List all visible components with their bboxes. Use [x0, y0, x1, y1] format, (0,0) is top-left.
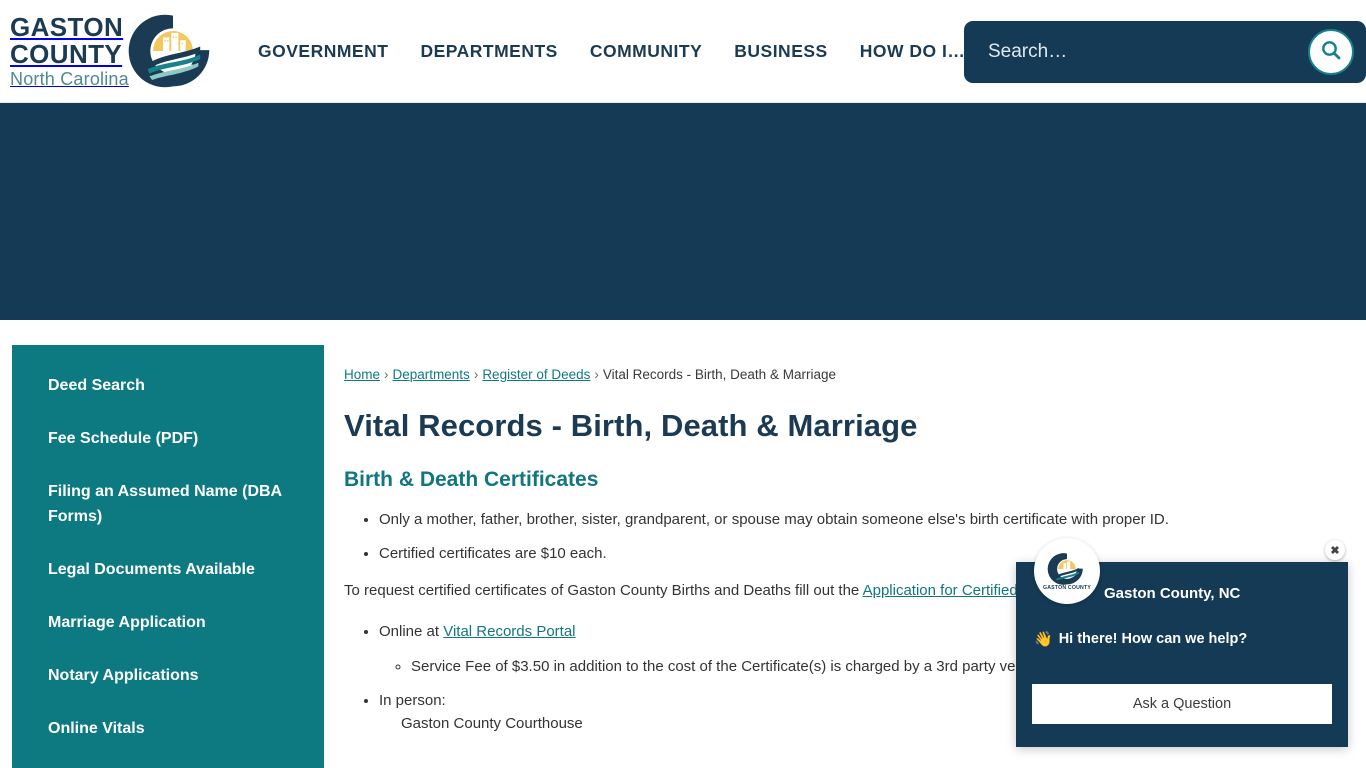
page-title: Vital Records - Birth, Death & Marriage — [344, 408, 918, 443]
certificate-rules-list: Only a mother, father, brother, sister, … — [344, 508, 1348, 565]
waving-hand-icon: 👋 — [1034, 631, 1053, 648]
chat-avatar: GASTON COUNTY — [1034, 538, 1100, 604]
hero-banner — [0, 103, 1366, 320]
main-navigation: GOVERNMENT DEPARTMENTS COMMUNITY BUSINES… — [258, 0, 965, 103]
sidebar-item-deed-search[interactable]: Deed Search — [12, 373, 324, 398]
breadcrumb-separator: › — [384, 367, 389, 382]
page-root: GASTON COUNTY North Carolina GOVERNMENT … — [0, 0, 1366, 768]
chat-title: Gaston County, NC — [1104, 584, 1241, 602]
breadcrumb-separator: › — [473, 367, 479, 382]
logo-text: GASTON COUNTY North Carolina — [10, 14, 129, 88]
chat-close-icon[interactable]: ✖ — [1325, 540, 1345, 560]
sidebar-item-notary-applications[interactable]: Notary Applications — [12, 663, 324, 688]
chat-greeting: 👋 Hi there! How can we help? — [1016, 624, 1348, 648]
sidebar-item-marriage-application[interactable]: Marriage Application — [12, 610, 324, 635]
site-logo[interactable]: GASTON COUNTY North Carolina — [10, 10, 222, 92]
site-header: GASTON COUNTY North Carolina GOVERNMENT … — [0, 0, 1366, 103]
logo-line-1: GASTON — [10, 12, 124, 42]
logo-line-2: COUNTY — [10, 39, 123, 69]
sidebar-item-online-vitals[interactable]: Online Vitals — [12, 716, 324, 741]
sidebar-item-fee-schedule[interactable]: Fee Schedule (PDF) — [12, 426, 324, 451]
nav-item-business[interactable]: BUSINESS — [734, 41, 827, 62]
nav-item-departments[interactable]: DEPARTMENTS — [420, 41, 557, 62]
online-prefix-text: Online at — [379, 623, 444, 640]
chat-widget: GASTON COUNTY Gaston County, NC 👋 Hi the… — [1016, 538, 1348, 747]
search-icon — [1319, 38, 1343, 67]
section-sidebar: Deed Search Fee Schedule (PDF) Filing an… — [12, 345, 324, 768]
search-input[interactable] — [964, 21, 1308, 83]
paragraph-text-before: To request certified certificates of Gas… — [344, 582, 863, 599]
breadcrumb-item-register-of-deeds[interactable]: Register of Deeds — [482, 367, 590, 382]
sidebar-item-legal-documents[interactable]: Legal Documents Available — [12, 557, 324, 582]
nav-item-community[interactable]: COMMUNITY — [590, 41, 702, 62]
list-item: Only a mother, father, brother, sister, … — [379, 508, 1348, 531]
breadcrumb-item-current: Vital Records - Birth, Death & Marriage — [602, 367, 836, 382]
breadcrumb-separator: › — [594, 367, 599, 382]
nav-item-government[interactable]: GOVERNMENT — [258, 41, 388, 62]
site-search — [964, 21, 1366, 83]
gaston-county-logo-icon — [1046, 552, 1088, 586]
chat-greeting-text: Hi there! How can we help? — [1058, 631, 1248, 647]
avatar-caption: GASTON COUNTY — [1042, 584, 1092, 591]
section-heading-certificates: Birth & Death Certificates — [344, 468, 599, 491]
nav-item-how-do-i[interactable]: HOW DO I… — [860, 41, 966, 62]
ask-a-question-button[interactable]: Ask a Question — [1032, 684, 1332, 724]
search-button[interactable] — [1308, 29, 1354, 75]
sidebar-item-filing-assumed-name[interactable]: Filing an Assumed Name (DBA Forms) — [12, 479, 324, 529]
breadcrumb-item-home[interactable]: Home — [344, 367, 380, 382]
breadcrumb-item-departments[interactable]: Departments — [393, 367, 470, 382]
in-person-label: In person: — [379, 692, 446, 709]
breadcrumb: Home › Departments › Register of Deeds › Vital… — [344, 367, 1348, 382]
gaston-county-logo-icon — [127, 12, 219, 90]
logo-line-3: North Carolina — [10, 69, 129, 89]
vital-records-portal-link[interactable]: Vital Records Portal — [443, 623, 575, 640]
